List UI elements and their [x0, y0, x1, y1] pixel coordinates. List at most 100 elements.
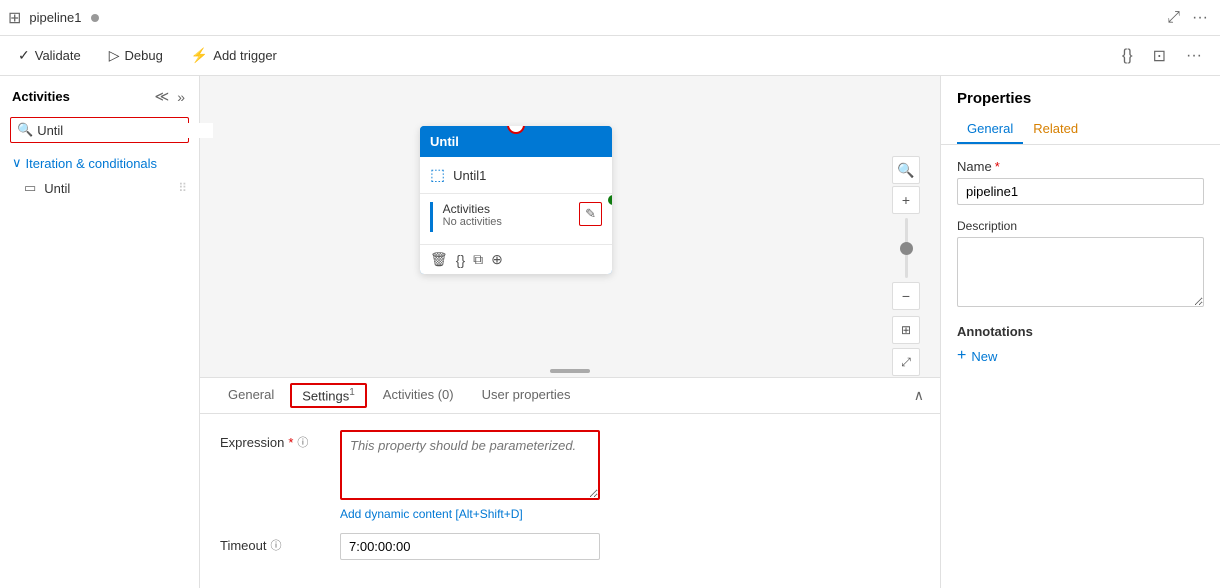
- add-dynamic-content-link[interactable]: Add dynamic content [Alt+Shift+D]: [340, 507, 600, 521]
- until-arrow-button[interactable]: ⊕: [491, 251, 503, 268]
- canvas-zoom-in-button[interactable]: +: [892, 186, 920, 214]
- tab-general[interactable]: General: [216, 381, 286, 410]
- expression-required: *: [288, 435, 293, 450]
- props-name-input[interactable]: [957, 178, 1204, 205]
- until-delete-button[interactable]: 🗑: [430, 251, 448, 268]
- new-annotation-button[interactable]: + New: [957, 347, 997, 365]
- sidebar-expand-button[interactable]: »: [175, 86, 187, 107]
- props-description-label: Description: [957, 219, 1204, 233]
- debug-button[interactable]: ▷ Debug: [103, 43, 169, 68]
- expand-button[interactable]: ⤢: [1163, 5, 1184, 31]
- properties-title: Properties: [941, 76, 1220, 115]
- drag-handle-icon: ⠿: [178, 181, 187, 195]
- sidebar-collapse-button[interactable]: ≪: [153, 86, 172, 107]
- validate-label: Validate: [35, 48, 81, 63]
- properties-tabs: General Related: [941, 115, 1220, 145]
- expression-input-group: Add dynamic content [Alt+Shift+D]: [340, 430, 600, 521]
- timeout-field: Timeout ⓘ: [220, 533, 920, 560]
- canvas-zoom-out-button[interactable]: −: [892, 282, 920, 310]
- props-name-label: Name *: [957, 159, 1204, 174]
- settings-badge: 1: [349, 387, 355, 398]
- until-code-button[interactable]: {}: [456, 252, 465, 268]
- sidebar: Activities ≪ » 🔍 ∨ Iteration & condition…: [0, 76, 200, 588]
- sidebar-header: Activities ≪ »: [0, 76, 199, 113]
- main-layout: Activities ≪ » 🔍 ∨ Iteration & condition…: [0, 76, 1220, 588]
- scroll-indicator: [550, 369, 590, 373]
- more-button[interactable]: ···: [1188, 5, 1212, 31]
- until-item-icon: ▭: [24, 180, 36, 196]
- bottom-tabs: General Settings1 Activities (0) User pr…: [200, 378, 940, 414]
- until-block-body: ⬚ Until1 Activities No activities ✎: [420, 157, 612, 274]
- tab-settings[interactable]: Settings1: [290, 383, 367, 407]
- until-edit-button[interactable]: ✎: [579, 202, 602, 226]
- chevron-down-icon: ∨: [12, 155, 22, 171]
- sidebar-header-actions: ≪ »: [153, 86, 187, 107]
- debug-label: Debug: [125, 48, 163, 63]
- until-right-connector: [608, 195, 612, 205]
- timeout-label: Timeout ⓘ: [220, 533, 320, 553]
- unsaved-dot: [91, 14, 99, 22]
- activities-label: Activities: [443, 202, 502, 216]
- expression-field: Expression * ⓘ Add dynamic content [Alt+…: [220, 430, 920, 521]
- search-icon: 🔍: [17, 122, 33, 138]
- toolbar: ✓ Validate ▷ Debug ⚡ Add trigger {} ⊡ ··…: [0, 36, 1220, 76]
- props-tab-general[interactable]: General: [957, 115, 1023, 144]
- properties-panel: Properties General Related Name * Descri…: [940, 76, 1220, 588]
- plus-icon: +: [957, 347, 966, 365]
- top-bar: ⊞ pipeline1 ⤢ ···: [0, 0, 1220, 36]
- properties-body: Name * Description Annotations + New: [941, 145, 1220, 379]
- no-activities-label: No activities: [443, 216, 502, 228]
- add-trigger-label: Add trigger: [213, 48, 277, 63]
- monitor-button[interactable]: ⊡: [1147, 42, 1172, 70]
- tab-user-properties[interactable]: User properties: [470, 381, 583, 410]
- until-activities-content: Activities No activities: [430, 202, 502, 232]
- props-name-field: Name *: [957, 159, 1204, 205]
- timeout-info-icon: ⓘ: [270, 537, 281, 553]
- validate-icon: ✓: [18, 47, 30, 64]
- tab-activities[interactable]: Activities (0): [371, 381, 466, 410]
- until-block-toolbar: 🗑 {} ⧉ ⊕: [420, 244, 612, 274]
- zoom-slider[interactable]: [905, 218, 908, 278]
- app-icon: ⊞: [8, 8, 21, 28]
- props-description-field: Description: [957, 219, 1204, 310]
- canvas-search-button[interactable]: 🔍: [892, 156, 920, 184]
- section-label: Iteration & conditionals: [26, 156, 158, 171]
- bottom-panel: General Settings1 Activities (0) User pr…: [200, 377, 940, 588]
- canvas-expand-button[interactable]: ⤢: [892, 348, 920, 376]
- until-item-label: Until: [44, 181, 70, 196]
- canvas-fit-button[interactable]: ⊞: [892, 316, 920, 344]
- canvas-workspace[interactable]: Until ⬚ Until1 Activities No activities: [200, 76, 940, 377]
- search-box: 🔍: [10, 117, 189, 143]
- sidebar-item-until[interactable]: ▭ Until ⠿: [0, 175, 199, 201]
- pipeline-title: pipeline1: [29, 10, 81, 25]
- until-block[interactable]: Until ⬚ Until1 Activities No activities: [420, 126, 612, 274]
- validate-button[interactable]: ✓ Validate: [12, 43, 87, 68]
- sidebar-title: Activities: [12, 89, 70, 104]
- section-header-iteration[interactable]: ∨ Iteration & conditionals: [0, 151, 199, 175]
- canvas-controls: 🔍 + − ⊞ ⤢: [892, 156, 920, 376]
- debug-icon: ▷: [109, 47, 120, 64]
- search-input[interactable]: [37, 123, 213, 138]
- code-view-button[interactable]: {}: [1116, 43, 1139, 69]
- props-description-textarea[interactable]: [957, 237, 1204, 307]
- bottom-panel-collapse-button[interactable]: ∧: [914, 387, 924, 404]
- bottom-content: Expression * ⓘ Add dynamic content [Alt+…: [200, 414, 940, 588]
- until-activities-row: Activities No activities ✎: [420, 194, 612, 244]
- trigger-icon: ⚡: [191, 47, 208, 64]
- zoom-handle: [900, 242, 913, 255]
- toolbar-more-button[interactable]: ···: [1180, 43, 1208, 69]
- props-tab-related[interactable]: Related: [1023, 115, 1088, 144]
- expression-textarea[interactable]: [340, 430, 600, 500]
- iteration-section: ∨ Iteration & conditionals ▭ Until ⠿: [0, 151, 199, 205]
- expression-info-icon: ⓘ: [297, 434, 308, 450]
- expression-label: Expression * ⓘ: [220, 430, 320, 450]
- until-title-icon: ⬚: [430, 165, 445, 185]
- add-trigger-button[interactable]: ⚡ Add trigger: [185, 43, 283, 68]
- until-copy-button[interactable]: ⧉: [473, 251, 483, 268]
- annotations-section: Annotations + New: [957, 324, 1204, 365]
- timeout-input[interactable]: [340, 533, 600, 560]
- new-button-label: New: [971, 349, 997, 364]
- annotations-label: Annotations: [957, 324, 1204, 339]
- until-title-row: ⬚ Until1: [420, 157, 612, 194]
- until-title-text: Until1: [453, 168, 486, 183]
